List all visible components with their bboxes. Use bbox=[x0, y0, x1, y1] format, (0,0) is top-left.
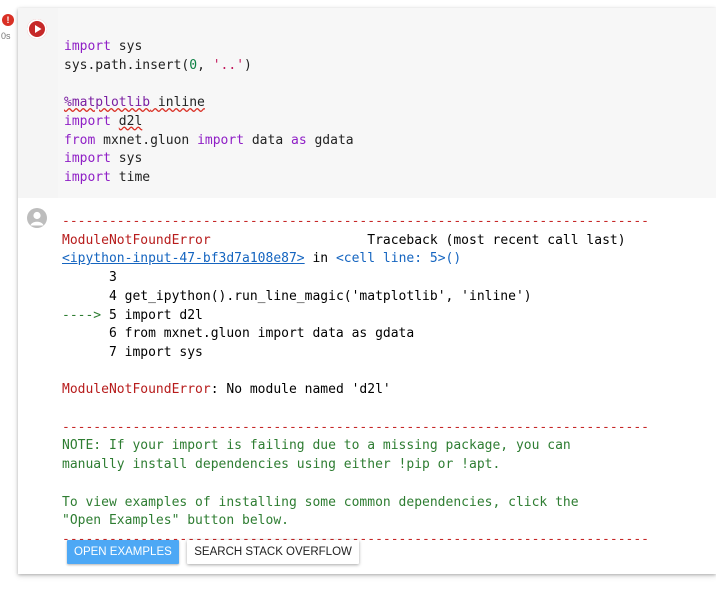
code-magic: %matplotlib bbox=[64, 95, 151, 111]
code-keyword: import bbox=[64, 39, 111, 54]
code-editor[interactable]: import sys sys.path.insert(0, '..') %mat… bbox=[58, 8, 716, 198]
error-status-icon: ! bbox=[2, 14, 14, 26]
open-examples-button[interactable]: OPEN EXAMPLES bbox=[67, 540, 179, 564]
traceback-text: ----------------------------------------… bbox=[62, 213, 649, 550]
code-keyword: import bbox=[64, 169, 111, 185]
output-actions: OPEN EXAMPLES SEARCH STACK OVERFLOW bbox=[67, 540, 363, 564]
code-keyword: from bbox=[64, 132, 96, 148]
code-token: time bbox=[110, 169, 151, 185]
note-text: manually install dependencies using eith… bbox=[62, 457, 501, 473]
traceback-line-number: 4 bbox=[62, 288, 125, 304]
ipython-input-link[interactable]: <ipython-input-47-bf3d7a108e87> bbox=[62, 251, 305, 266]
play-icon bbox=[35, 25, 42, 33]
traceback-label: Traceback (most recent call last) bbox=[367, 232, 626, 248]
code-text: import sys sys.path.insert(0, '..') %mat… bbox=[64, 38, 354, 188]
traceback-arrow: ----> bbox=[62, 307, 109, 323]
note-text: To view examples of installing some comm… bbox=[62, 494, 579, 510]
code-token: gdata bbox=[306, 132, 354, 148]
traceback-line: 6 from mxnet.gluon import data as gdata bbox=[62, 326, 415, 342]
code-token: sys bbox=[110, 39, 143, 54]
code-token: sys bbox=[110, 151, 143, 167]
cell-line-ref: <cell line: 5>() bbox=[335, 251, 462, 267]
note-text: NOTE: If your import is failing due to a… bbox=[62, 438, 571, 454]
traceback-line: 3 bbox=[62, 270, 117, 286]
code-token: sys.path.insert( bbox=[64, 57, 190, 73]
in-text: in bbox=[304, 251, 336, 267]
code-token: , bbox=[197, 57, 213, 73]
traceback-line: 7 import sys bbox=[62, 344, 203, 360]
code-keyword: as bbox=[291, 132, 307, 148]
traceback-line: get_ipython().run_line_magic('matplotlib… bbox=[124, 288, 532, 304]
separator-rule: ----------------------------------------… bbox=[62, 419, 649, 435]
code-token: ) bbox=[244, 57, 252, 73]
code-number: 0 bbox=[189, 57, 198, 73]
output-avatar-icon bbox=[27, 208, 47, 228]
separator-rule: ----------------------------------------… bbox=[62, 214, 649, 229]
error-name-final: ModuleNotFoundError bbox=[62, 382, 211, 398]
cell-output: ----------------------------------------… bbox=[18, 203, 716, 574]
code-keyword: import bbox=[64, 151, 111, 167]
search-stack-overflow-button[interactable]: SEARCH STACK OVERFLOW bbox=[187, 540, 359, 564]
code-token: d2l bbox=[118, 113, 143, 129]
note-text: "Open Examples" button below. bbox=[62, 513, 289, 529]
notebook-cell: import sys sys.path.insert(0, '..') %mat… bbox=[18, 8, 716, 574]
code-string: '..' bbox=[212, 57, 245, 73]
traceback-line-current: 5 import d2l bbox=[108, 307, 203, 323]
code-keyword: import bbox=[64, 113, 111, 129]
cell-gutter bbox=[18, 8, 58, 198]
code-keyword: import bbox=[197, 132, 245, 148]
code-token: data bbox=[244, 132, 291, 148]
code-token: mxnet.gluon bbox=[95, 132, 198, 148]
execution-time: 0s bbox=[1, 31, 11, 41]
run-cell-button[interactable] bbox=[27, 19, 47, 39]
error-name: ModuleNotFoundError bbox=[62, 232, 211, 248]
code-token: inline bbox=[150, 95, 205, 111]
error-message: : No module named 'd2l' bbox=[210, 382, 391, 398]
